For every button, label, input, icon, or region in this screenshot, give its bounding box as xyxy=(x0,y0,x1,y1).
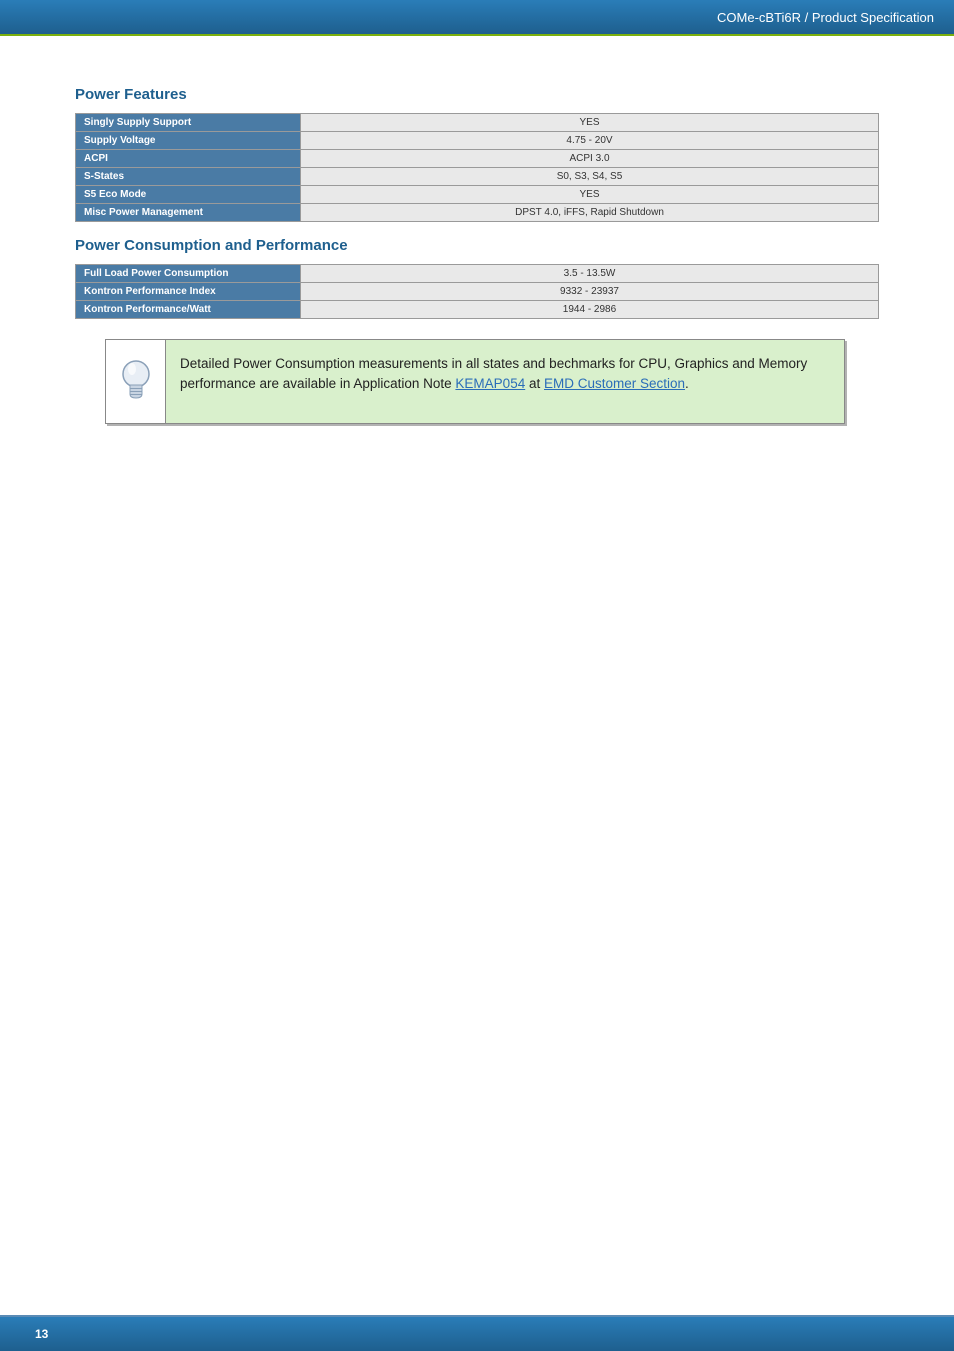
table-row: Kontron Performance Index 9332 - 23937 xyxy=(76,283,879,301)
row-value: 3.5 - 13.5W xyxy=(301,265,879,283)
lightbulb-icon xyxy=(118,358,154,408)
table-row: S5 Eco Mode YES xyxy=(76,186,879,204)
row-label: Supply Voltage xyxy=(76,132,301,150)
row-label: S-States xyxy=(76,168,301,186)
table-row: Full Load Power Consumption 3.5 - 13.5W xyxy=(76,265,879,283)
row-label: Misc Power Management xyxy=(76,204,301,222)
page-footer: 13 xyxy=(0,1315,954,1351)
note-suffix: . xyxy=(685,376,689,391)
table-row: Supply Voltage 4.75 - 20V xyxy=(76,132,879,150)
note-middle: at xyxy=(525,376,544,391)
row-value: S0, S3, S4, S5 xyxy=(301,168,879,186)
row-label: ACPI xyxy=(76,150,301,168)
row-value: YES xyxy=(301,114,879,132)
power-features-title: Power Features xyxy=(75,86,879,103)
row-label: Kontron Performance/Watt xyxy=(76,301,301,319)
note-icon-cell xyxy=(106,340,166,423)
row-label: Kontron Performance Index xyxy=(76,283,301,301)
breadcrumb: COMe-cBTi6R / Product Specification xyxy=(717,10,934,25)
row-value: DPST 4.0, iFFS, Rapid Shutdown xyxy=(301,204,879,222)
table-row: Singly Supply Support YES xyxy=(76,114,879,132)
row-label: Singly Supply Support xyxy=(76,114,301,132)
row-value: YES xyxy=(301,186,879,204)
row-value: ACPI 3.0 xyxy=(301,150,879,168)
note-box: Detailed Power Consumption measurements … xyxy=(105,339,845,424)
row-value: 1944 - 2986 xyxy=(301,301,879,319)
row-value: 9332 - 23937 xyxy=(301,283,879,301)
table-row: Kontron Performance/Watt 1944 - 2986 xyxy=(76,301,879,319)
table-row: ACPI ACPI 3.0 xyxy=(76,150,879,168)
main-content: Power Features Singly Supply Support YES… xyxy=(0,36,954,424)
note-link-kemap054[interactable]: KEMAP054 xyxy=(455,376,525,391)
power-features-table: Singly Supply Support YES Supply Voltage… xyxy=(75,113,879,222)
table-row: Misc Power Management DPST 4.0, iFFS, Ra… xyxy=(76,204,879,222)
note-text: Detailed Power Consumption measurements … xyxy=(166,340,844,423)
row-label: Full Load Power Consumption xyxy=(76,265,301,283)
page-header: COMe-cBTi6R / Product Specification xyxy=(0,0,954,36)
row-value: 4.75 - 20V xyxy=(301,132,879,150)
page-number: 13 xyxy=(35,1327,48,1341)
power-consumption-title: Power Consumption and Performance xyxy=(75,237,879,254)
table-row: S-States S0, S3, S4, S5 xyxy=(76,168,879,186)
power-consumption-table: Full Load Power Consumption 3.5 - 13.5W … xyxy=(75,264,879,319)
note-link-emd[interactable]: EMD Customer Section xyxy=(544,376,685,391)
row-label: S5 Eco Mode xyxy=(76,186,301,204)
